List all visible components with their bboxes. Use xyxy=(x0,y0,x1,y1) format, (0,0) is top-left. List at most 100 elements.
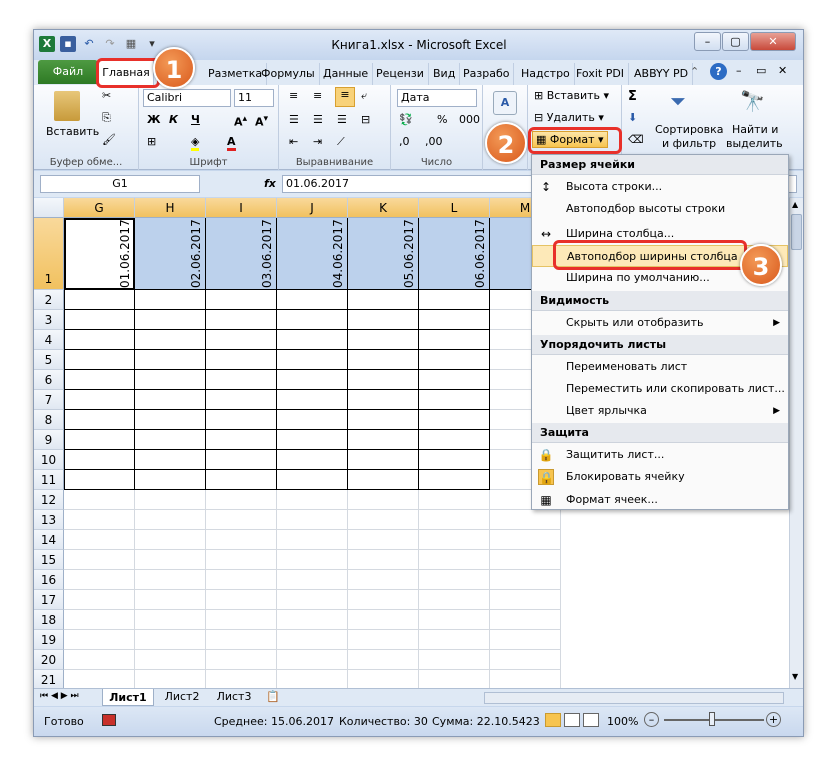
row-header[interactable]: 13 xyxy=(34,510,64,530)
tab-addins[interactable]: Надстро xyxy=(517,63,575,85)
menu-protect-sheet[interactable]: 🔒 Защитить лист... xyxy=(532,444,788,466)
cell[interactable] xyxy=(490,550,561,570)
cell[interactable] xyxy=(490,650,561,670)
cell[interactable] xyxy=(277,370,348,390)
cell[interactable] xyxy=(135,450,206,470)
cell[interactable] xyxy=(277,330,348,350)
cell[interactable] xyxy=(419,570,490,590)
row-header[interactable]: 4 xyxy=(34,330,64,350)
cell[interactable] xyxy=(206,470,277,490)
cell[interactable] xyxy=(135,670,206,688)
menu-format-cells[interactable]: ▦ Формат ячеек... xyxy=(532,489,788,511)
cell[interactable] xyxy=(419,350,490,370)
cell[interactable] xyxy=(348,650,419,670)
cell[interactable] xyxy=(206,530,277,550)
row-header[interactable]: 14 xyxy=(34,530,64,550)
underline-button[interactable]: Ч xyxy=(191,113,200,126)
cell[interactable] xyxy=(490,570,561,590)
cell[interactable] xyxy=(206,290,277,310)
cell[interactable] xyxy=(64,490,135,510)
cell[interactable] xyxy=(277,570,348,590)
cell[interactable] xyxy=(348,570,419,590)
format-painter-icon[interactable]: 🖌 xyxy=(102,133,116,146)
menu-hide-unhide[interactable]: Скрыть или отобразить ▶ xyxy=(532,312,788,334)
cell[interactable] xyxy=(348,550,419,570)
cell[interactable] xyxy=(348,310,419,330)
workbook-restore-button[interactable]: ▭ xyxy=(756,64,766,77)
cell[interactable] xyxy=(135,310,206,330)
row-header[interactable]: 5 xyxy=(34,350,64,370)
cell[interactable] xyxy=(64,450,135,470)
cell[interactable] xyxy=(135,570,206,590)
column-header[interactable]: I xyxy=(206,198,277,218)
tab-data[interactable]: Данные xyxy=(319,63,374,85)
menu-tab-color[interactable]: Цвет ярлычка ▶ xyxy=(532,400,788,422)
orientation-icon[interactable]: ⟋ xyxy=(337,135,345,149)
cell[interactable] xyxy=(135,370,206,390)
cell[interactable] xyxy=(490,670,561,688)
cell[interactable] xyxy=(64,630,135,650)
sort-filter-icon[interactable]: ⏷ xyxy=(670,89,686,113)
cell[interactable] xyxy=(419,430,490,450)
cell[interactable] xyxy=(64,670,135,688)
fill-color-icon[interactable]: ◈ xyxy=(191,135,200,151)
cell[interactable] xyxy=(348,470,419,490)
styles-icon[interactable]: A xyxy=(493,91,517,115)
row-header[interactable]: 1 xyxy=(34,218,64,290)
cell[interactable] xyxy=(64,390,135,410)
name-box[interactable]: G1 xyxy=(40,175,200,193)
bold-button[interactable]: Ж xyxy=(147,113,160,126)
tab-developer[interactable]: Разрабо xyxy=(459,63,515,85)
cell[interactable] xyxy=(135,410,206,430)
column-header[interactable]: K xyxy=(348,198,419,218)
currency-icon[interactable]: 💱 xyxy=(399,113,413,126)
cell[interactable] xyxy=(348,350,419,370)
row-header[interactable]: 20 xyxy=(34,650,64,670)
cell[interactable] xyxy=(64,310,135,330)
cell[interactable] xyxy=(348,330,419,350)
cell[interactable] xyxy=(64,470,135,490)
align-left-icon[interactable]: ☰ xyxy=(289,113,299,126)
cell[interactable] xyxy=(348,490,419,510)
borders-icon[interactable]: ⊞ xyxy=(147,135,156,148)
cell[interactable] xyxy=(419,670,490,688)
customize-qat-icon[interactable]: ▾ xyxy=(144,36,160,52)
menu-move-copy-sheet[interactable]: Переместить или скопировать лист... xyxy=(532,378,788,400)
italic-button[interactable]: К xyxy=(169,113,178,126)
cell[interactable] xyxy=(348,390,419,410)
cell[interactable] xyxy=(277,610,348,630)
zoom-in-icon[interactable]: + xyxy=(766,712,781,727)
menu-autofit-row-height[interactable]: Автоподбор высоты строки xyxy=(532,198,788,220)
row-header[interactable]: 8 xyxy=(34,410,64,430)
sort-filter-label-1[interactable]: Сортировка xyxy=(655,123,724,136)
row-header[interactable]: 2 xyxy=(34,290,64,310)
ribbon-minimize-icon[interactable]: ⌃ xyxy=(690,65,699,78)
page-break-view-icon[interactable] xyxy=(583,713,599,727)
cell[interactable] xyxy=(419,650,490,670)
cell[interactable] xyxy=(277,430,348,450)
comma-icon[interactable]: 000 xyxy=(459,113,480,126)
column-header[interactable]: L xyxy=(419,198,490,218)
font-size-combo[interactable]: 11 xyxy=(234,89,274,107)
align-middle-icon[interactable]: ≡ xyxy=(313,89,322,102)
cell[interactable] xyxy=(419,450,490,470)
sheet-tab-1[interactable]: Лист1 xyxy=(102,689,154,706)
cell[interactable] xyxy=(277,490,348,510)
row-header[interactable]: 9 xyxy=(34,430,64,450)
paste-button[interactable]: Вставить xyxy=(46,125,99,138)
shrink-font-icon[interactable]: A▾ xyxy=(255,113,268,129)
column-header[interactable]: H xyxy=(135,198,206,218)
cell[interactable] xyxy=(348,290,419,310)
column-header[interactable]: G xyxy=(64,198,135,218)
cell[interactable] xyxy=(419,470,490,490)
cell[interactable] xyxy=(419,490,490,510)
cell[interactable] xyxy=(419,610,490,630)
cell[interactable] xyxy=(64,530,135,550)
cell[interactable] xyxy=(206,570,277,590)
cell[interactable] xyxy=(206,510,277,530)
tab-formulas[interactable]: Формулы xyxy=(257,63,320,85)
align-top-icon[interactable]: ≡ xyxy=(289,89,298,102)
select-all-corner[interactable] xyxy=(34,198,64,218)
cell[interactable] xyxy=(348,610,419,630)
cell[interactable] xyxy=(277,650,348,670)
